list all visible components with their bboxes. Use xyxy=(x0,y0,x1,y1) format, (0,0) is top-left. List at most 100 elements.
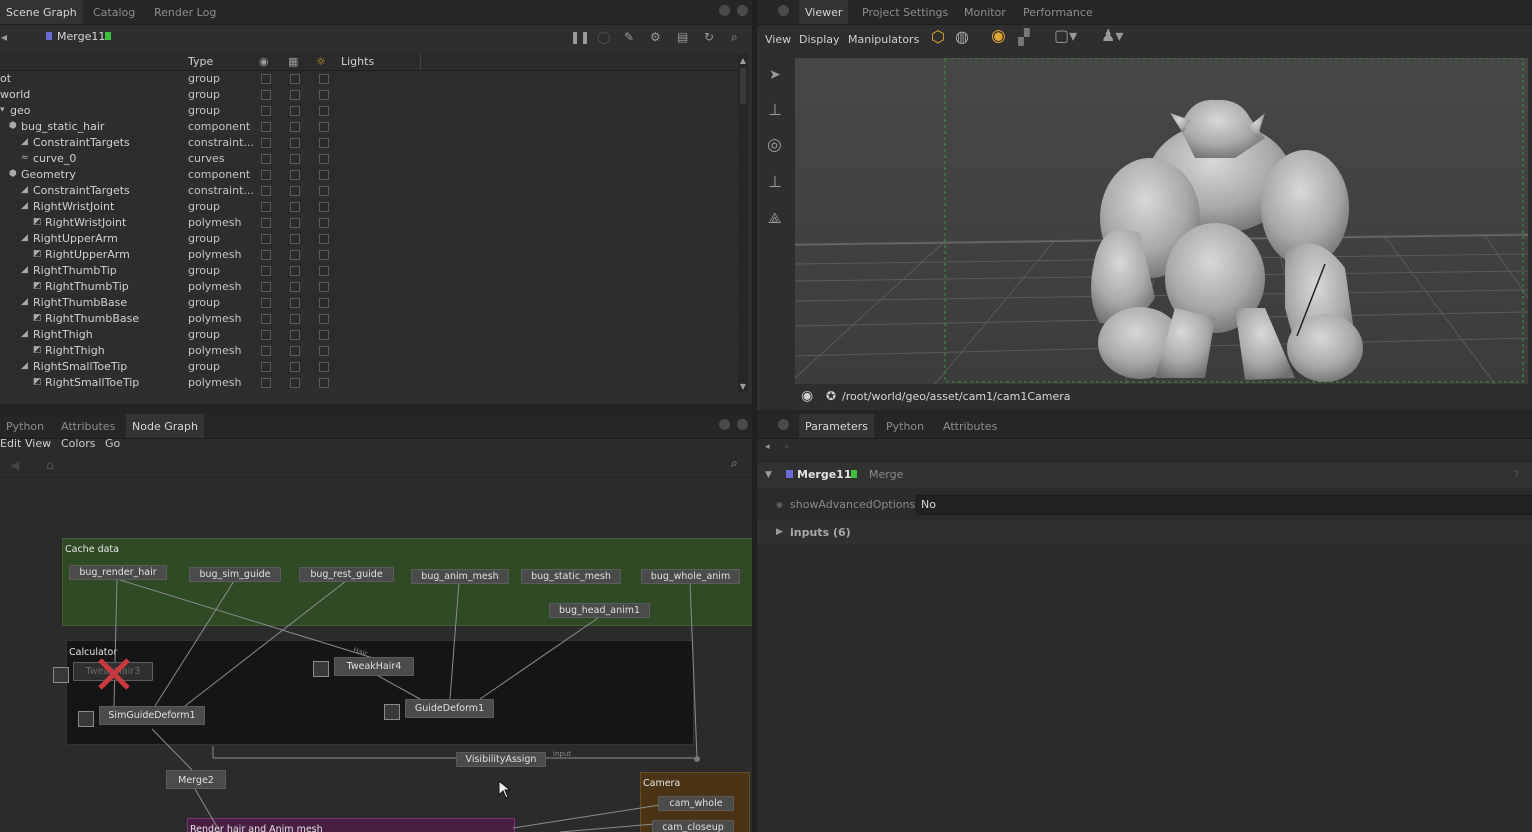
visibility-checkbox[interactable] xyxy=(261,266,271,276)
tab-catalog[interactable]: Catalog xyxy=(87,0,141,24)
tree-row[interactable]: ◩ RightThigh polymesh xyxy=(0,343,738,359)
node-flag-icon[interactable] xyxy=(53,667,69,683)
horizontal-splitter-left[interactable] xyxy=(0,404,752,414)
tab-viewer[interactable]: Viewer xyxy=(799,0,849,24)
light-checkbox[interactable] xyxy=(319,122,329,132)
tab-attributes[interactable]: Attributes xyxy=(55,414,121,438)
render-checkbox[interactable] xyxy=(290,122,300,132)
light-checkbox[interactable] xyxy=(319,218,329,228)
tree-row[interactable]: ◢ RightThumbBase group xyxy=(0,295,738,311)
visibility-checkbox[interactable] xyxy=(261,378,271,388)
scrollbar-thumb[interactable] xyxy=(740,68,746,104)
render-checkbox[interactable] xyxy=(290,346,300,356)
node-cam-closeup[interactable]: cam_closeup xyxy=(652,820,734,832)
tree-row[interactable]: ◩ RightThumbTip polymesh xyxy=(0,279,738,295)
light-checkbox[interactable] xyxy=(319,154,329,164)
menu-view[interactable]: View xyxy=(765,33,791,46)
light-column-icon[interactable]: ☼ xyxy=(316,55,326,69)
camera-path[interactable]: /root/world/geo/asset/cam1/cam1Camera xyxy=(842,390,1071,403)
render-checkbox[interactable] xyxy=(290,314,300,324)
light-checkbox[interactable] xyxy=(319,170,329,180)
menu-manipulators[interactable]: Manipulators xyxy=(848,33,919,46)
node-guidedeform1[interactable]: GuideDeform1 xyxy=(405,699,494,718)
tree-row[interactable]: ≈ curve_0 curves xyxy=(0,151,738,167)
light-checkbox[interactable] xyxy=(319,298,329,308)
node-bug-whole-anim[interactable]: bug_whole_anim xyxy=(641,569,740,584)
tab-attributes[interactable]: Attributes xyxy=(937,414,1003,438)
visibility-checkbox[interactable] xyxy=(261,122,271,132)
tab-parameters[interactable]: Parameters xyxy=(799,414,874,438)
float-panel-button[interactable] xyxy=(719,5,730,16)
dot-node[interactable] xyxy=(694,756,700,762)
render-checkbox[interactable] xyxy=(290,186,300,196)
tab-performance[interactable]: Performance xyxy=(1017,0,1099,24)
render-checkbox[interactable] xyxy=(290,138,300,148)
search-icon[interactable]: ⌕ xyxy=(731,456,738,470)
float-panel-button[interactable] xyxy=(778,5,789,16)
tab-python[interactable]: Python xyxy=(0,414,50,438)
shaded-sphere-icon[interactable]: ◉ xyxy=(991,28,1006,45)
tree-row[interactable]: ⬢ Geometry component xyxy=(0,167,738,183)
pivot-icon[interactable]: ⟁ xyxy=(768,211,781,226)
lights-icon[interactable]: ▞ xyxy=(1018,30,1030,45)
search-icon[interactable]: ⌕ xyxy=(731,30,738,44)
visibility-checkbox[interactable] xyxy=(261,330,271,340)
scroll-down-icon[interactable]: ▼ xyxy=(738,380,748,394)
light-checkbox[interactable] xyxy=(319,250,329,260)
render-checkbox[interactable] xyxy=(290,202,300,212)
tree-row[interactable]: ot group xyxy=(0,71,738,87)
camera-user-icon[interactable]: ♟▾ xyxy=(1101,28,1123,44)
light-checkbox[interactable] xyxy=(319,202,329,212)
visibility-column-icon[interactable]: ◉ xyxy=(259,55,269,69)
tab-render-log[interactable]: Render Log xyxy=(148,0,222,24)
light-checkbox[interactable] xyxy=(319,266,329,276)
light-checkbox[interactable] xyxy=(319,186,329,196)
tree-row[interactable]: ◩ RightUpperArm polymesh xyxy=(0,247,738,263)
node-header-row[interactable]: ▼ Merge11 Merge ? xyxy=(757,461,1532,488)
node-bug-head-anim1[interactable]: bug_head_anim1 xyxy=(549,603,650,618)
select-arrow-icon[interactable]: ➤ xyxy=(769,68,781,82)
3d-viewport[interactable] xyxy=(795,58,1528,384)
node-merge2[interactable]: Merge2 xyxy=(166,770,226,789)
visibility-checkbox[interactable] xyxy=(261,362,271,372)
tab-scene-graph[interactable]: Scene Graph xyxy=(0,0,83,24)
tree-row[interactable]: ◩ RightWristJoint polymesh xyxy=(0,215,738,231)
node-bug-rest-guide[interactable]: bug_rest_guide xyxy=(299,567,394,582)
light-checkbox[interactable] xyxy=(319,362,329,372)
node-flag-icon[interactable] xyxy=(78,711,94,727)
light-checkbox[interactable] xyxy=(319,330,329,340)
light-checkbox[interactable] xyxy=(319,234,329,244)
light-checkbox[interactable] xyxy=(319,74,329,84)
node-flag-icon[interactable] xyxy=(384,704,400,720)
tree-row[interactable]: ◢ RightUpperArm group xyxy=(0,231,738,247)
visibility-checkbox[interactable] xyxy=(261,186,271,196)
render-checkbox[interactable] xyxy=(290,106,300,116)
globe-icon[interactable]: ◍ xyxy=(955,29,969,45)
rotate-icon[interactable]: ◎ xyxy=(767,137,782,154)
node-bug-anim-mesh[interactable]: bug_anim_mesh xyxy=(411,569,509,584)
render-checkbox[interactable] xyxy=(290,282,300,292)
tree-row[interactable]: world group xyxy=(0,87,738,103)
render-checkbox[interactable] xyxy=(290,250,300,260)
tree-row[interactable]: ◩ RightSmallToeTip polymesh xyxy=(0,375,738,391)
tree-row[interactable]: ▾ geo group xyxy=(0,103,738,119)
eye-icon[interactable]: ◉ xyxy=(801,389,813,403)
expand-arrow-icon[interactable]: ▶ xyxy=(776,525,783,539)
gear-icon[interactable]: ⚙ xyxy=(650,30,661,44)
menu-colors[interactable]: Colors xyxy=(61,437,95,450)
help-icon[interactable]: ? xyxy=(1514,468,1519,482)
render-checkbox[interactable] xyxy=(290,170,300,180)
translate-icon[interactable]: ⊥ xyxy=(768,102,782,118)
node-cam-whole[interactable]: cam_whole xyxy=(658,796,734,811)
visibility-checkbox[interactable] xyxy=(261,74,271,84)
back-icon[interactable]: ◀ xyxy=(10,458,19,472)
float-panel-button[interactable] xyxy=(719,419,730,430)
render-checkbox[interactable] xyxy=(290,218,300,228)
frame-icon[interactable]: ▢▾ xyxy=(1054,28,1077,44)
light-checkbox[interactable] xyxy=(319,346,329,356)
node-name[interactable]: Merge11 xyxy=(797,468,851,481)
column-lights[interactable]: Lights xyxy=(341,55,374,69)
node-graph-canvas[interactable]: Cache data Calculator Camera Render hair… xyxy=(0,478,752,832)
visibility-checkbox[interactable] xyxy=(261,106,271,116)
render-checkbox[interactable] xyxy=(290,330,300,340)
